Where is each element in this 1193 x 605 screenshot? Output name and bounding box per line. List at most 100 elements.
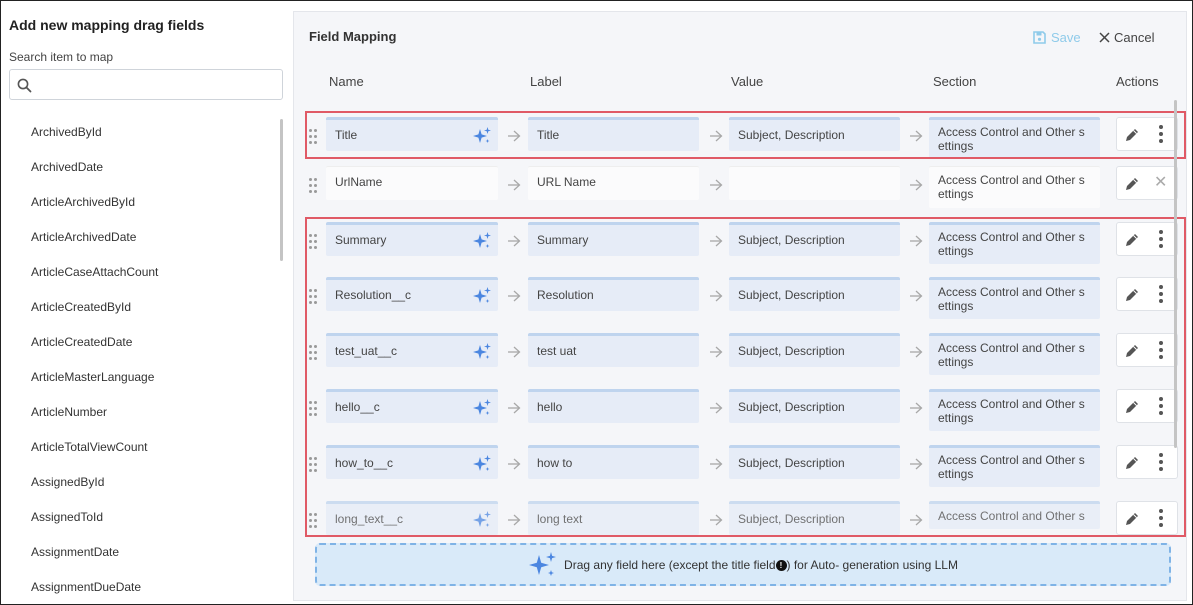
mapping-label-cell[interactable]: Summary xyxy=(528,222,699,256)
mapping-row[interactable]: long_text__c long text Subject, Descriptio… xyxy=(304,501,1178,545)
remove-icon[interactable]: ✕ xyxy=(1154,175,1167,191)
mapping-section-cell[interactable]: Access Control and Other s ettings xyxy=(929,445,1100,487)
save-button[interactable]: Save xyxy=(1033,30,1081,45)
more-options-icon[interactable] xyxy=(1159,453,1163,471)
mapping-label-cell[interactable]: test uat xyxy=(528,333,699,367)
mapping-label-cell[interactable]: how to xyxy=(528,445,699,479)
mapping-section-cell[interactable]: Access Control and Other s ettings xyxy=(929,222,1100,264)
arrow-right-icon xyxy=(909,513,923,526)
drag-handle-icon[interactable] xyxy=(309,345,319,361)
field-list-item[interactable]: ArticleArchivedDate xyxy=(1,220,283,255)
dropzone-text: Drag any field here (except the title fi… xyxy=(564,558,958,572)
mapping-section-cell[interactable]: Access Control and Other s ettings xyxy=(929,166,1100,208)
mapping-label-cell[interactable]: hello xyxy=(528,389,699,423)
drag-handle-icon[interactable] xyxy=(309,178,319,194)
edit-icon[interactable] xyxy=(1124,343,1140,364)
field-list-item[interactable]: ArticleArchivedById xyxy=(1,185,283,220)
field-list-item[interactable]: AssignmentDueDate xyxy=(1,570,283,605)
mapping-value-cell[interactable]: Subject, Description xyxy=(729,389,900,423)
drag-handle-icon[interactable] xyxy=(309,129,319,145)
list-scrollbar[interactable] xyxy=(280,119,283,261)
field-list-item[interactable]: ArticleCreatedDate xyxy=(1,325,283,360)
drag-handle-icon[interactable] xyxy=(309,457,319,473)
search-input[interactable] xyxy=(40,74,276,96)
field-list-item[interactable]: ArticleCreatedById xyxy=(1,290,283,325)
search-field[interactable] xyxy=(9,69,283,100)
drag-handle-icon[interactable] xyxy=(309,513,319,529)
sparkle-icon[interactable] xyxy=(472,231,492,262)
sparkle-icon[interactable] xyxy=(472,398,492,429)
drag-handle-icon[interactable] xyxy=(309,234,319,250)
mapping-value-cell[interactable]: Subject, Description xyxy=(729,117,900,151)
mapping-name-cell: hello__c xyxy=(326,389,498,423)
llm-drop-zone[interactable]: Drag any field here (except the title fi… xyxy=(315,543,1171,586)
mapping-value-cell[interactable]: Subject, Description xyxy=(729,222,900,256)
arrow-right-icon xyxy=(909,457,923,470)
mapping-label: hello xyxy=(537,400,563,414)
sparkle-icon[interactable] xyxy=(472,510,492,541)
field-list-item[interactable]: ArticleCaseAttachCount xyxy=(1,255,283,290)
sparkle-icon[interactable] xyxy=(472,342,492,373)
mapping-section-cell[interactable]: Access Control and Other s ettings xyxy=(929,117,1100,159)
mapping-section-cell[interactable]: Access Control and Other s ettings xyxy=(929,333,1100,375)
mapping-value: Subject, Description xyxy=(738,344,845,358)
more-options-icon[interactable] xyxy=(1159,397,1163,415)
drag-handle-icon[interactable] xyxy=(309,401,319,417)
field-list-item[interactable]: ArticleTotalViewCount xyxy=(1,430,283,465)
edit-icon[interactable] xyxy=(1124,287,1140,308)
field-list-item[interactable]: ArchivedById xyxy=(1,115,283,150)
arrow-right-icon xyxy=(909,178,923,191)
arrow-right-icon xyxy=(709,129,723,142)
mapping-label-cell[interactable]: Resolution xyxy=(528,277,699,311)
mapping-value-cell[interactable]: Subject, Description xyxy=(729,333,900,367)
mapping-value-cell[interactable]: Subject, Description xyxy=(729,501,900,535)
field-list-item[interactable]: AssignedToId xyxy=(1,500,283,535)
mapping-label-cell[interactable]: long text xyxy=(528,501,699,535)
mapping-label-cell[interactable]: URL Name xyxy=(528,166,699,200)
cancel-button[interactable]: Cancel xyxy=(1099,30,1154,45)
sparkle-icon[interactable] xyxy=(472,454,492,485)
more-options-icon[interactable] xyxy=(1159,285,1163,303)
field-list-item[interactable]: ArticleNumber xyxy=(1,395,283,430)
mapping-label-cell[interactable]: Title xyxy=(528,117,699,151)
mapping-row[interactable]: Summary Summary Subject, Description Access… xyxy=(304,222,1178,266)
more-options-icon[interactable] xyxy=(1159,230,1163,248)
sparkle-icon[interactable] xyxy=(472,126,492,157)
arrow-right-icon xyxy=(507,234,521,247)
edit-icon[interactable] xyxy=(1124,232,1140,253)
field-list-item[interactable]: ArticleMasterLanguage xyxy=(1,360,283,395)
edit-icon[interactable] xyxy=(1124,511,1140,532)
mapping-row[interactable]: Resolution__c Resolution Subject, Descript… xyxy=(304,277,1178,321)
mapping-value-cell[interactable]: Subject, Description xyxy=(729,445,900,479)
more-options-icon[interactable] xyxy=(1159,125,1163,143)
drag-handle-icon[interactable] xyxy=(309,289,319,305)
mapping-name: Resolution__c xyxy=(335,288,412,302)
more-options-icon[interactable] xyxy=(1159,509,1163,527)
edit-icon[interactable] xyxy=(1124,176,1140,197)
mapping-row[interactable]: hello__c hello Subject, Description Access … xyxy=(304,389,1178,433)
field-list-item[interactable]: AssignedById xyxy=(1,465,283,500)
cancel-label: Cancel xyxy=(1114,30,1155,45)
mapping-scrollbar[interactable] xyxy=(1174,100,1177,448)
mapping-value-cell[interactable]: Subject, Description xyxy=(729,277,900,311)
mapping-section-cell[interactable]: Access Control and Other s ettings xyxy=(929,389,1100,431)
mapping-value: Subject, Description xyxy=(738,128,845,142)
arrow-right-icon xyxy=(507,345,521,358)
mapping-row[interactable]: Title Title Subject, Description Access Con… xyxy=(304,117,1178,161)
field-list-item[interactable]: ArchivedDate xyxy=(1,150,283,185)
field-list-item[interactable]: AssignmentDate xyxy=(1,535,283,570)
mapping-row[interactable]: how_to__c how to Subject, Description Acces… xyxy=(304,445,1178,489)
edit-icon[interactable] xyxy=(1124,455,1140,476)
edit-icon[interactable] xyxy=(1124,399,1140,420)
info-icon[interactable]: ! xyxy=(775,559,787,571)
more-options-icon[interactable] xyxy=(1159,341,1163,359)
mapping-row[interactable]: UrlName URL Name Access Control and Other … xyxy=(304,166,1178,210)
sparkle-icon[interactable] xyxy=(472,286,492,317)
save-label: Save xyxy=(1051,30,1081,45)
edit-icon[interactable] xyxy=(1124,127,1140,148)
mapping-section-cell[interactable]: Access Control and Other s ettings xyxy=(929,277,1100,319)
mapping-row[interactable]: test_uat__c test uat Subject, Description A… xyxy=(304,333,1178,377)
mapping-section-cell[interactable]: Access Control and Other s xyxy=(929,501,1100,529)
mapping-value-cell[interactable] xyxy=(729,166,900,200)
mapping-value: Subject, Description xyxy=(738,512,845,526)
